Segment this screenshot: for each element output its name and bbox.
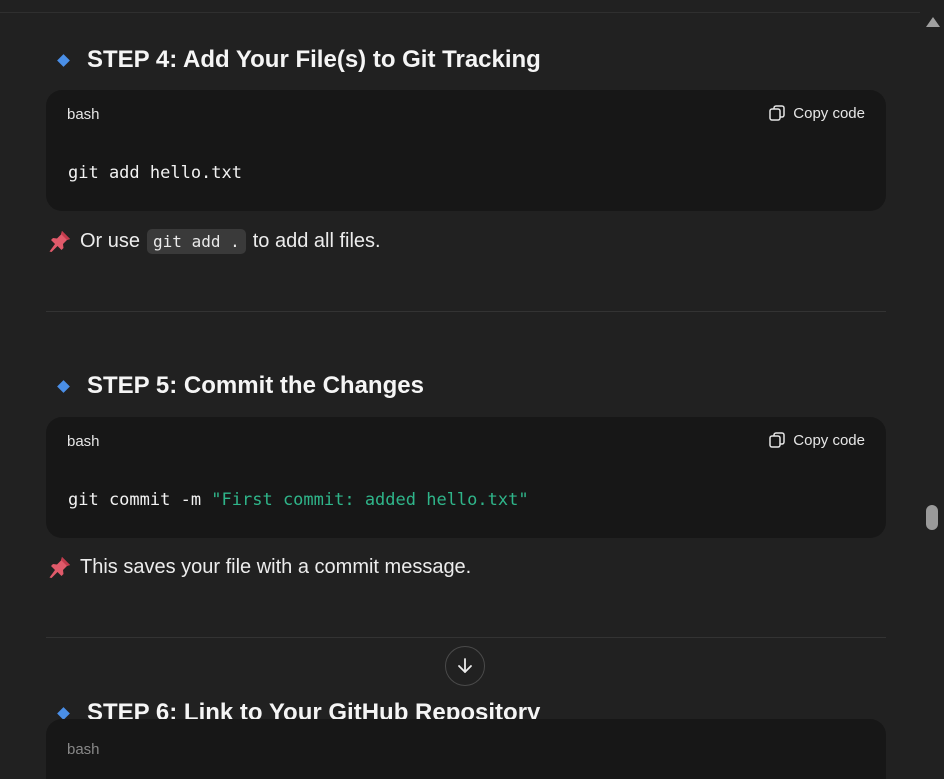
code-content: git add hello.txt	[68, 163, 242, 183]
step-4-note: Or use git add . to add all files.	[48, 226, 381, 256]
blue-diamond-icon	[57, 706, 70, 720]
step-5-heading: STEP 5: Commit the Changes	[54, 369, 424, 403]
copy-code-button[interactable]: Copy code	[768, 104, 865, 122]
code-content: git commit -m "First commit: added hello…	[68, 490, 529, 510]
step-5-note: This saves your file with a commit messa…	[48, 552, 471, 582]
copy-code-button[interactable]: Copy code	[768, 431, 865, 449]
step-5-title: STEP 5: Commit the Changes	[87, 372, 424, 399]
arrow-down-icon	[458, 658, 472, 673]
code-string-literal: "First commit: added hello.txt"	[211, 490, 529, 510]
copy-code-label: Copy code	[793, 431, 865, 449]
section-divider	[46, 311, 886, 312]
step-4-heading: STEP 4: Add Your File(s) to Git Tracking	[54, 43, 541, 77]
code-language-label: bash	[67, 106, 100, 123]
note-text: This saves your file with a commit messa…	[80, 555, 472, 578]
top-divider	[0, 12, 920, 13]
blue-diamond-icon	[57, 379, 70, 393]
pushpin-icon	[49, 231, 70, 252]
step-5-code-block: bash Copy code git commit -m "First comm…	[46, 417, 886, 538]
code-text: git commit -m	[68, 490, 212, 510]
step-4-code-block: bash Copy code git add hello.txt	[46, 90, 886, 211]
pushpin-icon	[49, 557, 70, 578]
scrollbar-up-arrow[interactable]	[926, 17, 940, 27]
note-text-after: to add all files.	[252, 229, 381, 252]
code-text: git add hello.txt	[68, 163, 242, 183]
section-divider	[46, 637, 886, 638]
code-language-label: bash	[67, 433, 100, 450]
blue-diamond-icon	[57, 53, 70, 67]
note-text-before: Or use	[80, 229, 141, 252]
code-language-label: bash	[67, 741, 100, 758]
copy-icon	[769, 432, 786, 448]
step-6-code-block: bash	[46, 719, 886, 779]
copy-code-label: Copy code	[793, 104, 865, 122]
scrollbar-thumb[interactable]	[926, 505, 938, 530]
inline-code: git add .	[147, 228, 246, 254]
scroll-to-bottom-button[interactable]	[445, 646, 485, 686]
step-4-title: STEP 4: Add Your File(s) to Git Tracking	[87, 46, 541, 73]
copy-icon	[769, 105, 786, 121]
